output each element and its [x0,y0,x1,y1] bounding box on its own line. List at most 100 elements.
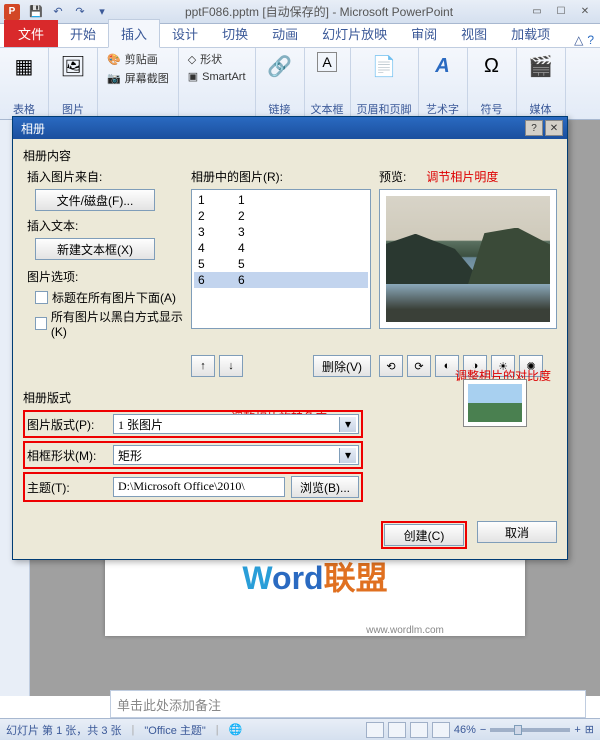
headerfooter-icon: 📄 [370,52,398,80]
window-title: pptF086.pptm [自动保存的] - Microsoft PowerPo… [112,3,526,20]
list-item[interactable]: 55 [194,256,368,272]
picture-listbox[interactable]: 11 22 33 44 55 66 [191,189,371,329]
screenshot-label: 屏幕截图 [125,70,169,86]
frame-shape-combo[interactable]: 矩形 [113,445,359,465]
symbols-button[interactable]: Ω [474,50,510,82]
tab-slideshow[interactable]: 幻灯片放映 [310,20,399,47]
zoom-out-button[interactable]: − [480,724,486,736]
window-controls: ▭ ☐ ✕ [526,4,596,20]
qat-dropdown-icon[interactable]: ▾ [92,3,112,21]
undo-icon[interactable]: ↶ [48,3,68,21]
caption-checkbox[interactable]: 标题在所有图片下面(A) [35,289,183,306]
clipart-button[interactable]: 🎨剪贴画 [104,50,172,68]
create-highlight: 创建(C) [381,521,467,549]
tab-view[interactable]: 视图 [449,20,499,47]
pic-layout-combo[interactable]: 1 张图片 [113,414,359,434]
theme-textbox[interactable]: D:\Microsoft Office\2010\ [113,477,285,497]
checkbox-icon [35,291,48,304]
move-down-button[interactable]: ↓ [219,355,243,377]
create-button[interactable]: 创建(C) [384,524,464,546]
theme-highlight: 主题(T): D:\Microsoft Office\2010\ 浏览(B)..… [23,472,363,502]
reading-view-button[interactable] [410,722,428,738]
preview-label: 预览: [379,168,406,185]
notes-pane[interactable]: 单击此处添加备注 [110,690,586,718]
dialog-close-button[interactable]: ✕ [545,120,563,136]
slideshow-view-button[interactable] [432,722,450,738]
logo-url: www.wordlm.com [366,625,444,636]
tab-design[interactable]: 设计 [160,20,210,47]
tab-transitions[interactable]: 切换 [210,20,260,47]
zoom-in-button[interactable]: + [574,724,580,736]
tab-home[interactable]: 开始 [58,20,108,47]
zoom-slider[interactable] [490,728,570,732]
table-button[interactable]: ▦ [6,50,42,82]
maximize-button[interactable]: ☐ [550,4,572,20]
rotate-right-button[interactable]: ⟳ [407,355,431,377]
picture-icon: 🖼 [59,52,87,80]
frame-shape-highlight: 相框形状(M): 矩形 [23,441,363,469]
picture-button[interactable]: 🖼 [55,50,91,82]
group-images-label: 图片 [62,101,84,117]
ribbon-minimize-icon[interactable]: △ [574,33,583,47]
theme-label: 主题(T): [27,479,107,496]
file-tab[interactable]: 文件 [4,20,58,47]
slide-counter: 幻灯片 第 1 张，共 3 张 [6,722,122,738]
wordart-button[interactable]: A [425,50,461,82]
dialog-help-button[interactable]: ? [525,120,543,136]
dialog-body: 相册内容 插入图片来自: 文件/磁盘(F)... 插入文本: 新建文本框(X) … [13,139,567,513]
cancel-button[interactable]: 取消 [477,521,557,543]
clipart-icon: 🎨 [107,53,121,66]
omega-icon: Ω [478,52,506,80]
new-textbox-button[interactable]: 新建文本框(X) [35,238,155,260]
redo-icon[interactable]: ↷ [70,3,90,21]
fit-button[interactable]: ⊞ [585,723,594,736]
textbox-button[interactable]: A [313,50,341,74]
link-icon: 🔗 [266,52,294,80]
help-icon[interactable]: ? [587,33,594,47]
layout-thumbnail [463,379,527,427]
ribbon-insert: ▦表格 🖼图片 🎨剪贴画 📷屏幕截图 ◇形状 ▣SmartArt 🔗链接 A文本… [0,48,600,120]
frame-shape-label: 相框形状(M): [27,447,107,464]
delete-button[interactable]: 删除(V) [313,355,371,377]
ribbon-tabs: 文件 开始 插入 设计 切换 动画 幻灯片放映 审阅 视图 加载项 △ ? [0,24,600,48]
checkbox-icon [35,317,47,330]
statusbar: 幻灯片 第 1 张，共 3 张 | "Office 主题" | 🌐 46% − … [0,718,600,740]
tab-addins[interactable]: 加载项 [499,20,562,47]
list-item[interactable]: 44 [194,240,368,256]
quick-access-toolbar: 💾 ↶ ↷ ▾ [26,3,112,21]
screenshot-button[interactable]: 📷 屏幕截图 [104,69,172,87]
pic-layout-highlight: 图片版式(P): 1 张图片 [23,410,363,438]
save-icon[interactable]: 💾 [26,3,46,21]
list-item[interactable]: 11 [194,192,368,208]
list-item[interactable]: 66 [194,272,368,288]
tab-insert[interactable]: 插入 [108,19,160,48]
normal-view-button[interactable] [366,722,384,738]
bw-checkbox-label: 所有图片以黑白方式显示(K) [51,308,183,339]
headerfooter-button[interactable]: 📄 [366,50,402,82]
list-item[interactable]: 22 [194,208,368,224]
theme-status: "Office 主题" [144,722,205,738]
browse-button[interactable]: 浏览(B)... [291,476,359,498]
file-disk-button[interactable]: 文件/磁盘(F)... [35,189,155,211]
group-wordart-label: 艺术字 [426,101,459,117]
tab-animations[interactable]: 动画 [260,20,310,47]
smartart-button[interactable]: ▣SmartArt [185,69,249,84]
sorter-view-button[interactable] [388,722,406,738]
minimize-button[interactable]: ▭ [526,4,548,20]
dialog-footer: 创建(C) 取消 [13,513,567,559]
media-icon: 🎬 [527,52,555,80]
list-item[interactable]: 33 [194,224,368,240]
tab-review[interactable]: 审阅 [399,20,449,47]
media-button[interactable]: 🎬 [523,50,559,82]
close-button[interactable]: ✕ [574,4,596,20]
insert-from-label: 插入图片来自: [27,168,183,185]
links-button[interactable]: 🔗 [262,50,298,82]
bw-checkbox[interactable]: 所有图片以黑白方式显示(K) [35,308,183,339]
shapes-button[interactable]: ◇形状 [185,50,249,68]
app-icon: P [4,4,20,20]
move-up-button[interactable]: ↑ [191,355,215,377]
content-section-label: 相册内容 [23,147,557,164]
rotate-left-button[interactable]: ⟲ [379,355,403,377]
album-dialog: 相册 ? ✕ 相册内容 插入图片来自: 文件/磁盘(F)... 插入文本: 新建… [12,116,568,560]
screenshot-icon: 📷 [107,72,121,85]
